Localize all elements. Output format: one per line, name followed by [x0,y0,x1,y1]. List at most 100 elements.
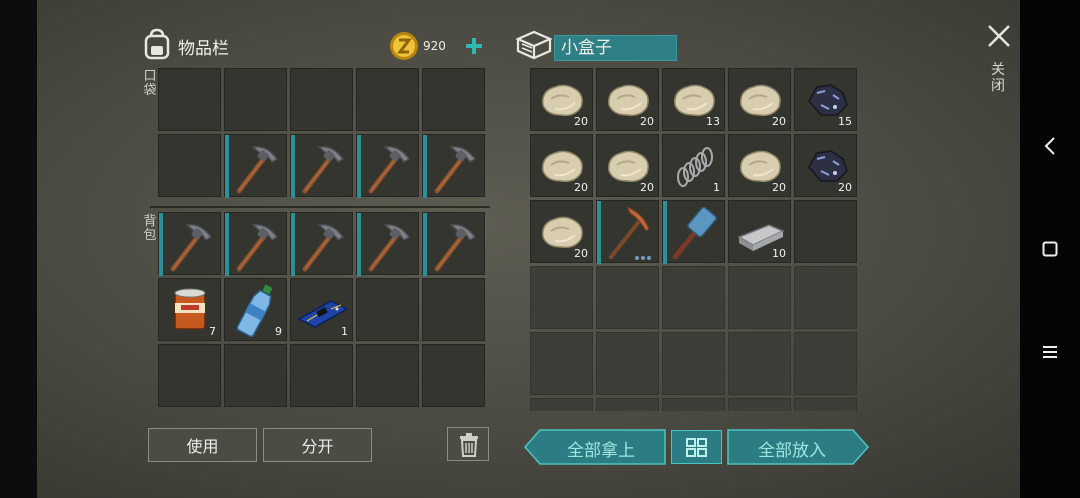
container-slot[interactable]: 13 [662,68,725,131]
inventory-slot[interactable] [356,344,419,407]
item-count: 7 [209,325,216,338]
game-screen: 物品栏 920 口袋 背包 791 小盒子 20 20 13 20 15 20 20 1 20 2… [0,0,1080,498]
container-slot[interactable]: 20 [530,134,593,197]
system-nav-bar [1020,0,1080,498]
item-count: 20 [574,115,588,128]
inventory-slot[interactable] [422,68,485,131]
inventory-slot[interactable]: 9 [224,278,287,341]
item-count: 13 [706,115,720,128]
item-count: 20 [574,181,588,194]
pickaxe-icon [170,224,213,272]
container-slot[interactable] [662,266,725,329]
inventory-slot[interactable] [422,344,485,407]
container-slot[interactable]: 20 [728,68,791,131]
item-count: 15 [838,115,852,128]
container-slot[interactable]: 20 [530,68,593,131]
inventory-slot[interactable] [356,68,419,131]
item-count: 20 [772,181,786,194]
nav-home-button[interactable] [1020,229,1080,269]
item-count: 1 [713,181,720,194]
item-count: 20 [640,181,654,194]
container-slot[interactable]: 20 [728,134,791,197]
inventory-slot[interactable] [224,344,287,407]
inventory-slot[interactable] [356,278,419,341]
trash-icon [460,433,478,457]
container-slot[interactable] [530,332,593,395]
container-title: 小盒子 [561,38,612,58]
inventory-slot[interactable] [356,134,419,198]
container-slot[interactable] [662,398,725,411]
container-slot[interactable] [728,398,791,411]
pickaxe-icon [368,146,411,194]
container-slot[interactable]: 20 [596,134,659,197]
container-slot[interactable] [596,200,659,264]
delete-button[interactable] [447,427,489,461]
inventory-slot[interactable] [290,212,353,276]
backpack-icon [144,28,170,60]
container-slot[interactable]: 10 [728,200,791,263]
inventory-slot[interactable]: 1 [290,278,353,341]
copper-pickaxe-icon [609,205,651,260]
inventory-slot[interactable] [158,68,221,131]
item-count: 1 [341,325,348,338]
item-count: 9 [275,325,282,338]
container-slot[interactable] [794,398,857,411]
item-count: 20 [574,247,588,260]
coin-icon [390,32,418,60]
backpack-label: 背包 [143,214,157,243]
use-button[interactable]: 使用 [148,428,257,462]
sort-button[interactable] [671,430,722,464]
container-slot[interactable] [530,266,593,329]
inventory-slot[interactable] [290,134,353,198]
inventory-title: 物品栏 [178,39,229,59]
take-all-label: 全部拿上 [567,441,635,461]
container-slot[interactable] [662,332,725,395]
inventory-slot[interactable] [224,68,287,131]
container-slot[interactable] [662,200,725,264]
container-slot[interactable] [596,398,659,411]
inventory-slot[interactable] [290,344,353,407]
inventory-slot[interactable] [422,134,485,198]
container-slot[interactable] [728,332,791,395]
container-slot[interactable] [728,266,791,329]
container-slot[interactable]: 1 [662,134,725,197]
container-grid: 20 20 13 20 15 20 20 1 20 20 20 10 [530,68,863,411]
pocket-label: 口袋 [143,69,157,98]
item-count: 20 [772,115,786,128]
container-name-field[interactable]: 小盒子 [554,35,677,61]
inventory-slot[interactable] [158,344,221,407]
container-slot[interactable] [596,266,659,329]
sledgehammer-icon [672,206,718,260]
inventory-slot[interactable] [224,212,287,276]
inventory-slot[interactable]: 7 [158,278,221,341]
container-slot[interactable]: 20 [530,200,593,263]
nav-back-button[interactable] [1020,126,1080,166]
inventory-slot[interactable] [290,68,353,131]
container-slot[interactable] [794,266,857,329]
pickaxe-icon [236,224,279,272]
menu-icon [1043,346,1057,358]
inventory-slot[interactable] [158,134,221,197]
pickaxe-icon [434,146,477,194]
container-slot[interactable]: 20 [596,68,659,131]
box-icon [516,30,552,60]
close-label: 关闭 [991,62,1005,94]
add-coins-button[interactable] [464,36,484,56]
home-icon [1042,241,1058,257]
container-slot[interactable] [530,398,593,411]
inventory-slot[interactable] [422,212,485,276]
sort-grid-icon [686,438,707,457]
container-slot[interactable]: 20 [794,134,857,197]
container-slot[interactable]: 15 [794,68,857,131]
inventory-slot[interactable] [158,212,221,276]
pickaxe-icon [434,224,477,272]
split-button[interactable]: 分开 [263,428,372,462]
nav-menu-button[interactable] [1020,332,1080,372]
inventory-slot[interactable] [224,134,287,198]
container-slot[interactable] [794,200,857,263]
inventory-slot[interactable] [356,212,419,276]
container-slot[interactable] [596,332,659,395]
container-slot[interactable] [794,332,857,395]
close-icon[interactable] [986,23,1012,49]
inventory-slot[interactable] [422,278,485,341]
